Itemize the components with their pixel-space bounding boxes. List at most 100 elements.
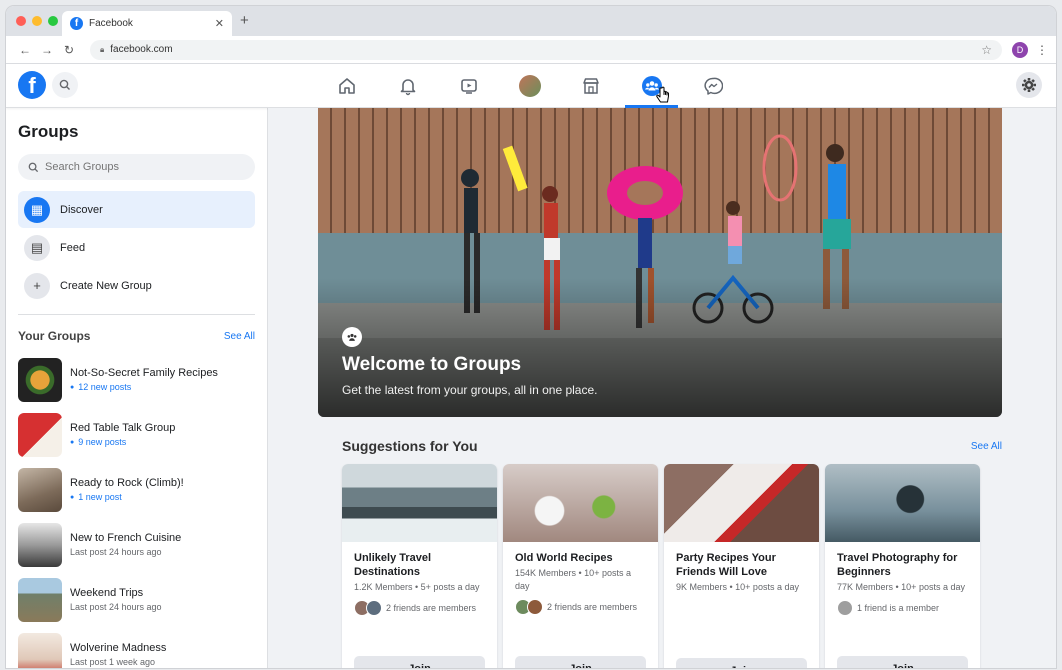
discover-icon: ▦ — [24, 196, 50, 223]
card-friends-text: 2 friends are members — [386, 603, 477, 613]
facebook-favicon-icon: f — [70, 17, 83, 30]
browser-tab[interactable]: f Facebook ✕ — [62, 11, 232, 36]
page-content: Groups ▦ Discover ▤ Feed + Create New Gr… — [6, 108, 1056, 668]
browser-profile-avatar[interactable]: D — [1012, 41, 1028, 58]
marketplace-icon — [582, 78, 599, 94]
card-title: Unlikely Travel Destinations — [354, 552, 432, 578]
card-meta: 9K Members • 10+ posts a day — [676, 582, 799, 592]
nav-messenger[interactable] — [682, 64, 743, 108]
card-meta: 1.2K Members • 5+ posts a day — [354, 582, 480, 592]
groups-sidebar: Groups ▦ Discover ▤ Feed + Create New Gr… — [6, 108, 268, 668]
card-image — [664, 464, 819, 542]
sidebar-item-label: Feed — [60, 241, 86, 254]
group-name: Ready to Rock (Climb)! — [70, 477, 184, 489]
card-friends: 2 friends are members — [515, 599, 646, 615]
card-image — [503, 464, 658, 542]
group-activity: 12 new posts — [70, 382, 218, 392]
group-thumbnail — [18, 412, 62, 457]
search-icon — [28, 162, 39, 172]
join-button[interactable]: Join — [676, 658, 807, 668]
suggestions-see-all-link[interactable]: See All — [971, 441, 1002, 452]
bookmark-star-icon[interactable]: ☆ — [981, 43, 992, 57]
new-tab-icon[interactable]: + — [240, 12, 249, 29]
group-activity: Last post 24 hours ago — [70, 547, 162, 557]
window-controls — [16, 16, 58, 26]
suggestion-card[interactable]: Old World Recipes 154K Members • 10+ pos… — [503, 464, 658, 668]
sidebar-item-create-group[interactable]: + Create New Group — [18, 267, 255, 304]
suggestion-card[interactable]: Travel Photography for Beginners 77K Mem… — [825, 464, 980, 668]
search-icon — [59, 79, 70, 90]
card-title: Travel Photography for Beginners — [837, 552, 958, 578]
back-arrow-icon[interactable]: ← — [14, 43, 36, 57]
lock-icon: 🔒︎ — [100, 44, 105, 54]
bell-icon — [400, 79, 415, 96]
card-meta: 154K Members • 10+ posts a day — [515, 568, 631, 591]
close-tab-icon[interactable]: ✕ — [215, 17, 224, 30]
search-button[interactable] — [52, 72, 78, 98]
group-item[interactable]: New to French Cuisine Last post 24 hours… — [18, 517, 255, 572]
card-friends-text: 2 friends are members — [547, 602, 638, 612]
video-icon — [460, 79, 477, 94]
minimize-window-button[interactable] — [32, 16, 42, 26]
gear-icon — [1022, 78, 1036, 92]
card-title: Party Recipes Your Friends Will Love — [676, 552, 776, 578]
groups-badge-icon — [342, 327, 362, 347]
sidebar-item-feed[interactable]: ▤ Feed — [18, 229, 255, 266]
nav-groups[interactable] — [621, 64, 682, 108]
group-name: New to French Cuisine — [70, 532, 182, 544]
url-field[interactable]: 🔒︎ facebook.com ☆ — [90, 39, 1002, 60]
friend-avatar — [366, 600, 382, 616]
group-thumbnail — [18, 632, 62, 668]
join-button[interactable]: Join — [515, 656, 646, 668]
main-nav — [316, 64, 743, 108]
settings-button[interactable] — [1016, 72, 1042, 98]
browser-window: f Facebook ✕ + ← → ↻ 🔒︎ facebook.com ☆ D… — [6, 6, 1056, 668]
card-title: Old World Recipes — [515, 552, 613, 564]
group-thumbnail — [18, 577, 62, 622]
search-groups-input[interactable] — [45, 161, 235, 173]
home-icon — [338, 78, 355, 94]
url-text: facebook.com — [110, 44, 173, 55]
group-thumbnail — [18, 467, 62, 512]
group-item[interactable]: Red Table Talk Group 9 new posts — [18, 407, 255, 462]
browser-menu-icon[interactable]: ⋮ — [1036, 43, 1048, 57]
group-name: Red Table Talk Group — [70, 422, 176, 434]
facebook-logo-icon[interactable]: f — [18, 71, 46, 99]
hand-cursor-icon — [656, 86, 669, 103]
card-meta: 77K Members • 10+ posts a day — [837, 582, 965, 592]
join-button[interactable]: Join — [837, 656, 968, 668]
browser-tabbar: f Facebook ✕ + — [6, 6, 1056, 36]
suggestions-title: Suggestions for You — [342, 438, 478, 454]
suggestion-cards: Unlikely Travel Destinations 1.2K Member… — [342, 464, 980, 668]
close-window-button[interactable] — [16, 16, 26, 26]
friend-avatar — [837, 600, 853, 616]
feed-icon: ▤ — [24, 234, 50, 261]
tab-title: Facebook — [89, 18, 133, 29]
nav-watch[interactable] — [438, 64, 499, 108]
group-name: Not-So-Secret Family Recipes — [70, 367, 218, 379]
reload-icon[interactable]: ↻ — [58, 43, 80, 57]
group-item[interactable]: Wolverine Madness Last post 1 week ago — [18, 627, 255, 668]
group-item[interactable]: Ready to Rock (Climb)! 1 new post — [18, 462, 255, 517]
your-groups-header: Your Groups See All — [18, 329, 255, 343]
group-item[interactable]: Not-So-Secret Family Recipes 12 new post… — [18, 352, 255, 407]
nav-marketplace[interactable] — [560, 64, 621, 108]
search-groups-field[interactable] — [18, 154, 255, 180]
suggestion-card[interactable]: Unlikely Travel Destinations 1.2K Member… — [342, 464, 497, 668]
card-friends: 2 friends are members — [354, 600, 485, 616]
hero-banner: Welcome to Groups Get the latest from yo… — [318, 108, 1002, 417]
forward-arrow-icon[interactable]: → — [36, 43, 58, 57]
your-groups-see-all-link[interactable]: See All — [224, 331, 255, 342]
maximize-window-button[interactable] — [48, 16, 58, 26]
sidebar-item-discover[interactable]: ▦ Discover — [18, 191, 255, 228]
group-thumbnail — [18, 522, 62, 567]
suggestion-card[interactable]: Party Recipes Your Friends Will Love 9K … — [664, 464, 819, 668]
nav-home[interactable] — [316, 64, 377, 108]
nav-notifications[interactable] — [377, 64, 438, 108]
group-activity: Last post 1 week ago — [70, 657, 156, 667]
card-image — [825, 464, 980, 542]
nav-profile[interactable] — [499, 64, 560, 108]
group-item[interactable]: Weekend Trips Last post 24 hours ago — [18, 572, 255, 627]
card-friends-text: 1 friend is a member — [857, 603, 940, 613]
join-button[interactable]: Join — [354, 656, 485, 668]
